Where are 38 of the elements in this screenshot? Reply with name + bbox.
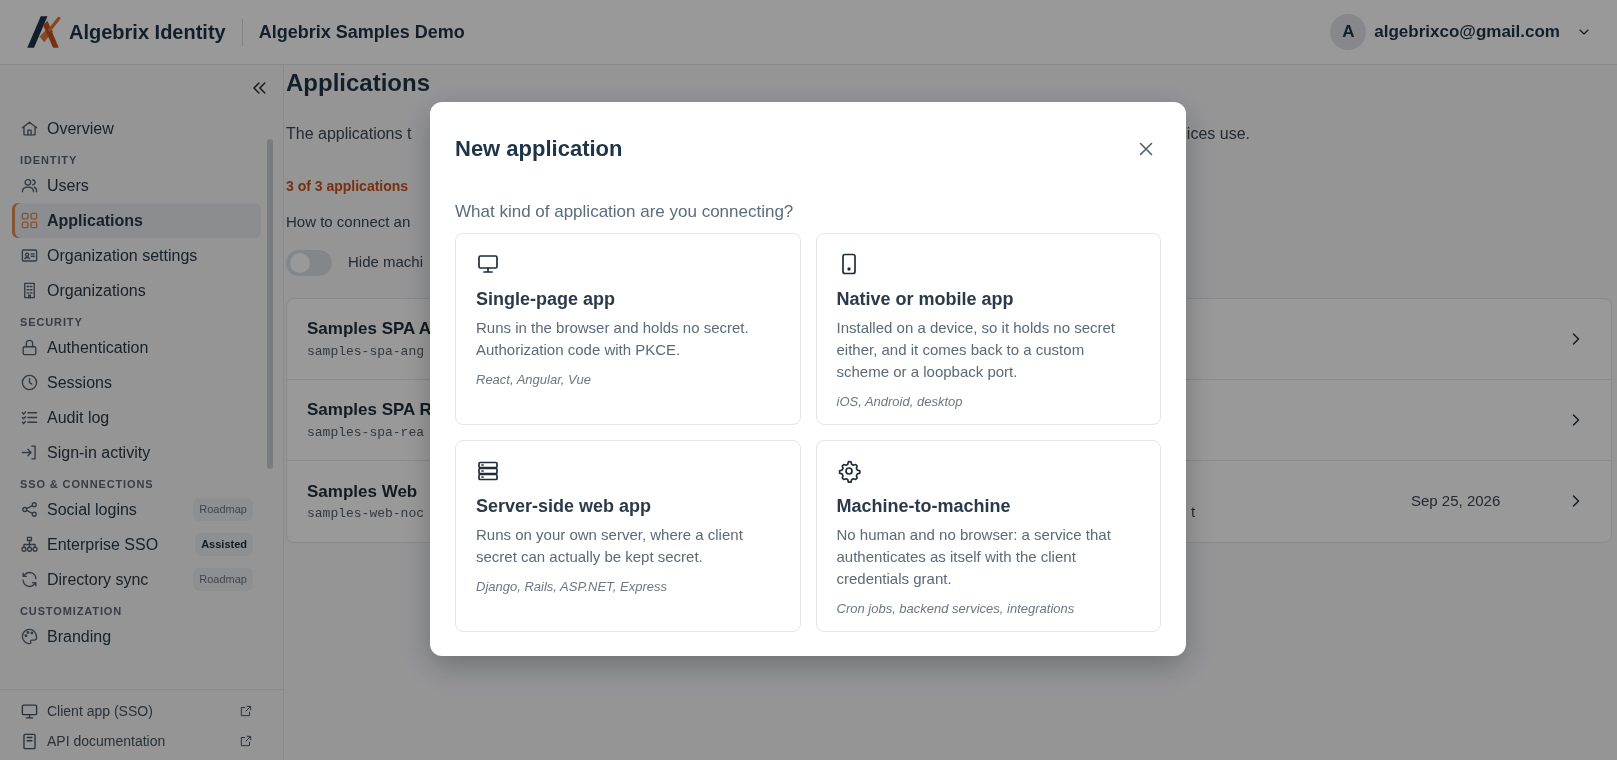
help-text: How to connect an — [286, 212, 411, 232]
card-description: Installed on a device, so it holds no secret either, and it comes back to a custom scheme or a loopback port. — [836, 318, 1116, 382]
row-date: Sep 25, 2026 — [1411, 490, 1501, 511]
page-description: The applications t — [286, 124, 412, 144]
status-tag: Roadmap — [193, 498, 253, 521]
card-examples: React, Angular, Vue — [476, 370, 592, 389]
application-name: Samples SPA A — [307, 318, 432, 340]
application-count: 3 of 3 applications — [286, 177, 409, 196]
section-heading: CUSTOMIZATION — [19, 604, 124, 619]
client-id: samples-spa-rea — [307, 423, 425, 442]
client-id: samples-spa-ang — [307, 342, 425, 361]
user-email: algebrixco@gmail.com — [1374, 21, 1560, 44]
section-heading: IDENTITY — [19, 153, 79, 168]
dialog-question: What kind of application are you connecting? — [455, 201, 795, 223]
project-name: Algebrix Samples Demo — [241, 18, 465, 46]
status-tag: Roadmap — [193, 568, 253, 591]
page-description: ices use. — [1186, 124, 1250, 144]
card-examples: iOS, Android, desktop — [836, 392, 964, 411]
page-title: Applications — [286, 69, 431, 98]
card-description: Runs in the browser and holds no secret. Authorization code with PKCE. — [476, 318, 750, 360]
status-tag: Assisted — [195, 533, 253, 556]
avatar: A — [1330, 14, 1367, 50]
section-heading: SECURITY — [19, 315, 84, 330]
card-examples: Cron jobs, backend services, integrations — [836, 599, 1076, 618]
application-name: Samples Web — [307, 480, 418, 503]
card-title: Single-page app — [476, 288, 617, 312]
client-id: samples-web-noc — [307, 505, 425, 523]
row-text: t — [1191, 502, 1196, 522]
card-title: Server-side web app — [476, 495, 653, 519]
card-examples: Django, Rails, ASP.NET, Express — [476, 577, 668, 596]
card-description: Runs on your own server, where a client secret can actually be kept secret. — [476, 525, 744, 567]
section-heading: SSO & CONNECTIONS — [19, 477, 155, 492]
dialog-title: New application — [455, 135, 623, 163]
brand-name: Algebrix Identity — [69, 20, 226, 45]
card-description: No human and no browser: a service that authenticates as itself with the client credentials grant. — [836, 525, 1112, 589]
toggle-label: Hide machi — [348, 252, 424, 273]
card-title: Machine-to-machine — [836, 495, 1012, 519]
card-title: Native or mobile app — [836, 288, 1015, 312]
